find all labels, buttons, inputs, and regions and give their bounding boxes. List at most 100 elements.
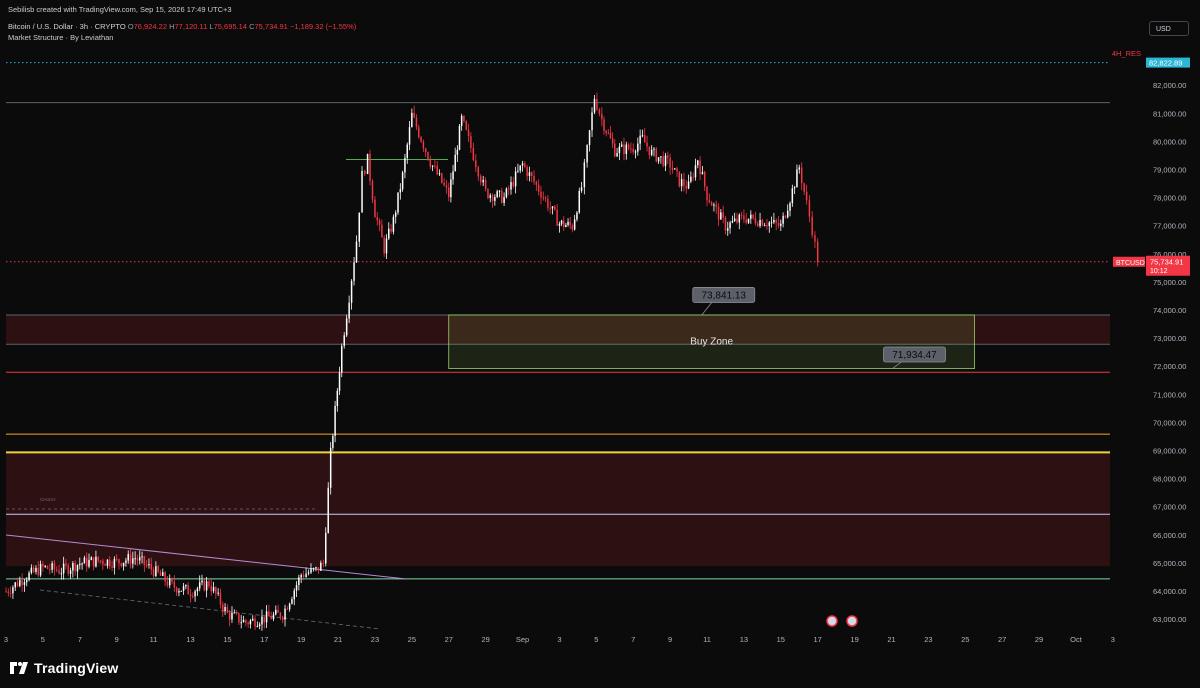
candle-body <box>343 335 345 346</box>
candle-body <box>754 218 757 224</box>
candle-body <box>263 616 266 623</box>
candle-body <box>374 199 376 218</box>
candle-body <box>371 180 374 200</box>
candle-body <box>127 554 129 561</box>
candle-body <box>611 138 614 144</box>
candle-body <box>32 567 35 572</box>
candle-body <box>175 587 178 593</box>
candle-body <box>173 581 176 588</box>
candle-body <box>23 582 26 585</box>
candle-body <box>317 567 320 571</box>
y-tick-label: 71,000.00 <box>1153 390 1186 399</box>
candle-body <box>796 169 798 188</box>
candle-body <box>404 157 406 173</box>
candle-body <box>88 559 90 567</box>
x-tick-label: 3 <box>4 635 8 644</box>
low-value: 75,695.14 <box>213 22 247 31</box>
candle-body <box>415 117 418 128</box>
candle-body <box>302 575 305 578</box>
candle-body <box>19 580 21 587</box>
candle-body <box>667 155 669 158</box>
candle-body <box>185 585 187 587</box>
candle-body <box>258 624 261 627</box>
candle-body <box>385 238 388 254</box>
candle-body <box>588 130 591 146</box>
candle-body <box>194 591 196 597</box>
y-tick-label: 82,000.00 <box>1153 81 1186 90</box>
candle-body <box>332 435 334 448</box>
candle-body <box>72 563 74 571</box>
candle-body <box>270 616 272 619</box>
candle-body <box>641 135 644 137</box>
candle-body <box>514 171 517 187</box>
candle-body <box>708 200 711 203</box>
candle-body <box>692 176 694 178</box>
indicator-label[interactable]: Market Structure · By Leviathan <box>8 33 113 42</box>
x-tick-label: 15 <box>777 635 785 644</box>
candle-body <box>143 556 146 565</box>
candle-body <box>798 167 801 170</box>
candle-body <box>288 603 291 610</box>
candle-body <box>196 588 199 592</box>
candle-body <box>491 195 494 201</box>
candle-body <box>816 241 819 262</box>
currency-button[interactable]: USD <box>1149 21 1189 36</box>
candle-body <box>713 204 715 206</box>
candle-body <box>62 563 65 574</box>
y-tick-label: 70,000.00 <box>1153 418 1186 427</box>
candle-body <box>364 170 366 174</box>
candle-body <box>664 155 667 166</box>
candle-body <box>505 188 508 198</box>
candle-body <box>731 221 734 223</box>
candle-body <box>578 190 581 213</box>
candle-body <box>275 609 277 615</box>
candle-body <box>49 568 51 570</box>
candle-body <box>76 564 79 572</box>
candle-body <box>733 218 736 222</box>
candle-body <box>74 563 76 572</box>
candle-body <box>150 564 153 570</box>
tradingview-icon <box>10 662 28 674</box>
candle-body <box>132 558 134 564</box>
candle-body <box>782 215 784 224</box>
candle-body <box>445 185 448 188</box>
candle-body <box>489 195 492 198</box>
candle-body <box>620 144 623 147</box>
candle-body <box>390 228 392 232</box>
candle-body <box>467 129 470 137</box>
candle-body <box>69 570 72 574</box>
candle-body <box>85 557 88 567</box>
candle-body <box>30 567 33 573</box>
candle-body <box>106 559 109 566</box>
candle-body <box>376 217 379 221</box>
tradingview-logo[interactable]: TradingView <box>10 660 118 676</box>
candle-body <box>134 558 136 560</box>
candle-body <box>336 390 339 406</box>
candle-body <box>12 587 14 594</box>
candle-body <box>102 560 104 565</box>
candle-body <box>653 148 655 150</box>
candle-body <box>272 614 275 619</box>
candle-body <box>618 146 621 154</box>
zone-demand_band <box>6 452 1110 567</box>
candle-body <box>565 224 567 227</box>
x-tick-label: 11 <box>150 635 158 644</box>
x-tick-label: 3 <box>557 635 561 644</box>
candle-body <box>55 569 58 571</box>
candle-body <box>644 135 646 143</box>
candle-body <box>676 168 678 172</box>
candle-body <box>738 214 741 223</box>
candle-body <box>205 581 208 591</box>
candle-body <box>238 613 240 623</box>
symbol-legend: Bitcoin / U.S. Dollar · 3h · CRYPTO O76,… <box>8 22 357 31</box>
candle-body <box>198 582 201 589</box>
candle-body <box>268 611 270 617</box>
candle-body <box>369 153 371 181</box>
candle-body <box>44 566 46 568</box>
candle-body <box>201 580 203 583</box>
candle-body <box>136 558 139 561</box>
candle-body <box>120 563 123 567</box>
candle-body <box>152 569 155 577</box>
candle-body <box>583 162 586 188</box>
price-chart[interactable]: CHoCH Buy Zone 73,841.13 71,934.47 64,000.… <box>0 0 1200 651</box>
